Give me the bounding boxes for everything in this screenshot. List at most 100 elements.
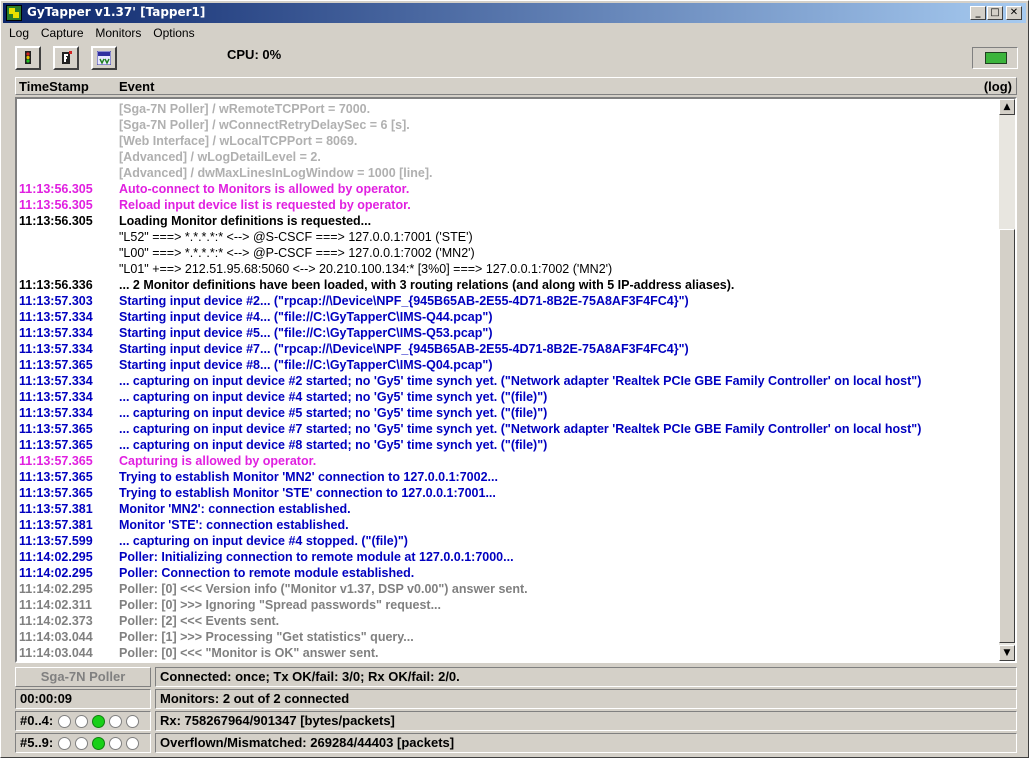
device-led-icon <box>126 737 139 750</box>
log-timestamp: 11:13:57.365 <box>19 470 93 484</box>
device-led-icon <box>58 715 71 728</box>
device-led-icon <box>126 715 139 728</box>
menu-options[interactable]: Options <box>149 24 198 42</box>
log-line[interactable]: "L52" ===> *.*.*.*:* <--> @S-CSCF ===> 1… <box>19 229 1001 245</box>
device-led-icon <box>75 715 88 728</box>
status-row-uptime: 00:00:09 Monitors: 2 out of 2 connected <box>15 689 1019 709</box>
log-scrollbar[interactable]: ▲ ▼ <box>999 99 1015 661</box>
connection-status-button[interactable] <box>972 47 1018 69</box>
log-timestamp: 11:13:57.334 <box>19 342 93 356</box>
device-led-icon <box>109 715 122 728</box>
log-event: Poller: Initializing connection to remot… <box>119 550 514 564</box>
log-line[interactable]: 11:14:02.295 Poller: Connection to remote… <box>19 565 1001 581</box>
log-timestamp: 11:14:02.295 <box>19 550 93 564</box>
log-timestamp: 11:13:56.336 <box>19 278 93 292</box>
menu-log[interactable]: Log <box>5 24 33 42</box>
auto-capture-icon <box>97 51 111 65</box>
log-line[interactable]: [Web Interface] / wLocalTCPPort = 8069. <box>19 133 1001 149</box>
log-line[interactable]: 11:13:57.365 ... capturing on input devic… <box>19 421 1001 437</box>
log-line[interactable]: [Advanced] / wLogDetailLevel = 2. <box>19 149 1001 165</box>
title-bar[interactable]: GyTapper v1.37' [Tapper1] _ □ ✕ <box>3 3 1026 23</box>
phone-f-button[interactable] <box>53 46 79 70</box>
log-line[interactable]: 11:13:57.334 ... capturing on input devic… <box>19 389 1001 405</box>
log-line[interactable]: 11:13:57.334 Starting input device #7... … <box>19 341 1001 357</box>
log-line[interactable]: 11:13:57.334 Starting input device #5... … <box>19 325 1001 341</box>
log-line[interactable]: 11:14:02.295 Poller: [0] <<< Version info… <box>19 581 1001 597</box>
log-line[interactable]: 11:13:57.365 ... capturing on input devic… <box>19 437 1001 453</box>
log-line[interactable]: [Sga-7N Poller] / wRemoteTCPPort = 7000. <box>19 101 1001 117</box>
scroll-thumb[interactable] <box>999 229 1015 643</box>
traffic-light-icon <box>25 51 31 64</box>
log-event: Monitor 'MN2': connection established. <box>119 502 351 516</box>
auto-capture-button[interactable] <box>91 46 117 70</box>
log-timestamp: 11:14:02.295 <box>19 566 93 580</box>
device-group-5-9: #5..9: <box>15 733 151 753</box>
column-log-toggle[interactable]: (log) <box>984 79 1012 94</box>
log-event: "L01" +==> 212.51.95.68:5060 <--> 20.210… <box>119 262 613 276</box>
log-line[interactable]: 11:14:02.373 Poller: [2] <<< Events sent. <box>19 613 1001 629</box>
log-line[interactable]: 11:14:03.044 Poller: [0] <<< "Monitor is … <box>19 645 1001 661</box>
column-event[interactable]: Event <box>119 79 154 94</box>
rx-stats: Rx: 758267964/901347 [bytes/packets] <box>155 711 1017 731</box>
log-timestamp: 11:13:57.381 <box>19 518 93 532</box>
device-group-0-4: #0..4: <box>15 711 151 731</box>
log-event: Poller: [0] <<< Version info ("Monitor v… <box>119 582 528 596</box>
log-line[interactable]: 11:13:57.381 Monitor 'MN2': connection es… <box>19 501 1001 517</box>
log-line[interactable]: [Sga-7N Poller] / wConnectRetryDelaySec … <box>19 117 1001 133</box>
log-event: ... capturing on input device #2 started… <box>119 374 922 388</box>
log-timestamp: 11:13:57.365 <box>19 422 93 436</box>
log-event: [Advanced] / wLogDetailLevel = 2. <box>119 150 321 164</box>
log-line[interactable]: 11:14:03.044 Poller: [1] >>> Processing "… <box>19 629 1001 645</box>
scroll-up-button[interactable]: ▲ <box>999 99 1015 115</box>
app-icon[interactable] <box>6 5 22 21</box>
log-timestamp: 11:13:57.365 <box>19 454 93 468</box>
log-line[interactable]: 11:13:56.305 Reload input device list is … <box>19 197 1001 213</box>
column-timestamp[interactable]: TimeStamp <box>19 79 89 94</box>
log-line[interactable]: "L00" ===> *.*.*.*:* <--> @P-CSCF ===> 1… <box>19 245 1001 261</box>
log-event: Poller: [0] >>> Ignoring "Spread passwor… <box>119 598 442 612</box>
log-line[interactable]: 11:13:57.334 ... capturing on input devic… <box>19 405 1001 421</box>
log-line[interactable]: 11:13:57.381 Monitor 'STE': connection es… <box>19 517 1001 533</box>
log-view[interactable]: [Sga-7N Poller] / wRemoteTCPPort = 7000.… <box>15 97 1017 663</box>
traffic-light-button[interactable] <box>15 46 41 70</box>
log-line[interactable]: 11:13:56.305 Auto-connect to Monitors is … <box>19 181 1001 197</box>
log-event: Monitor 'STE': connection established. <box>119 518 349 532</box>
log-line[interactable]: "L01" +==> 212.51.95.68:5060 <--> 20.210… <box>19 261 1001 277</box>
log-event: [Sga-7N Poller] / wConnectRetryDelaySec … <box>119 118 410 132</box>
log-line[interactable]: 11:13:57.334 Starting input device #4... … <box>19 309 1001 325</box>
log-line[interactable]: 11:14:02.295 Poller: Initializing connect… <box>19 549 1001 565</box>
log-line[interactable]: 11:13:57.365 Starting input device #8... … <box>19 357 1001 373</box>
minimize-button[interactable]: _ <box>970 6 986 20</box>
log-event: ... capturing on input device #5 started… <box>119 406 548 420</box>
app-window: GyTapper v1.37' [Tapper1] _ □ ✕ Log Capt… <box>0 0 1029 758</box>
log-line[interactable]: 11:13:56.336 ... 2 Monitor definitions ha… <box>19 277 1001 293</box>
scroll-down-button[interactable]: ▼ <box>999 645 1015 661</box>
log-timestamp: 11:13:57.334 <box>19 374 93 388</box>
log-timestamp: 11:13:57.365 <box>19 438 93 452</box>
menu-monitors[interactable]: Monitors <box>91 24 145 42</box>
log-line[interactable]: 11:13:57.334 ... capturing on input devic… <box>19 373 1001 389</box>
log-event: ... capturing on input device #8 started… <box>119 438 548 452</box>
poller-button[interactable]: Sga-7N Poller <box>15 667 151 687</box>
log-line[interactable]: 11:13:57.365 Capturing is allowed by oper… <box>19 453 1001 469</box>
log-line[interactable]: 11:13:57.365 Trying to establish Monitor … <box>19 469 1001 485</box>
log-line[interactable]: 11:13:57.599 ... capturing on input devic… <box>19 533 1001 549</box>
log-line[interactable]: [Advanced] / dwMaxLinesInLogWindow = 100… <box>19 165 1001 181</box>
log-timestamp: 11:13:57.365 <box>19 486 93 500</box>
log-event: ... capturing on input device #4 started… <box>119 390 548 404</box>
maximize-button[interactable]: □ <box>987 6 1003 20</box>
log-event: [Sga-7N Poller] / wRemoteTCPPort = 7000. <box>119 102 371 116</box>
menu-capture[interactable]: Capture <box>37 24 88 42</box>
log-timestamp: 11:13:57.334 <box>19 326 93 340</box>
log-line[interactable]: 11:13:57.303 Starting input device #2... … <box>19 293 1001 309</box>
log-timestamp: 11:13:57.334 <box>19 390 93 404</box>
log-line[interactable]: 11:13:57.365 Trying to establish Monitor … <box>19 485 1001 501</box>
close-button[interactable]: ✕ <box>1006 6 1022 20</box>
log-timestamp: 11:14:03.044 <box>19 646 93 660</box>
log-line[interactable]: 11:13:56.305 Loading Monitor definitions … <box>19 213 1001 229</box>
log-event: Trying to establish Monitor 'STE' connec… <box>119 486 496 500</box>
log-line[interactable]: 11:14:02.311 Poller: [0] >>> Ignoring "Sp… <box>19 597 1001 613</box>
device-led-icon <box>92 715 105 728</box>
log-event: Reload input device list is requested by… <box>119 198 411 212</box>
log-event: Poller: [0] <<< "Monitor is OK" answer s… <box>119 646 379 660</box>
